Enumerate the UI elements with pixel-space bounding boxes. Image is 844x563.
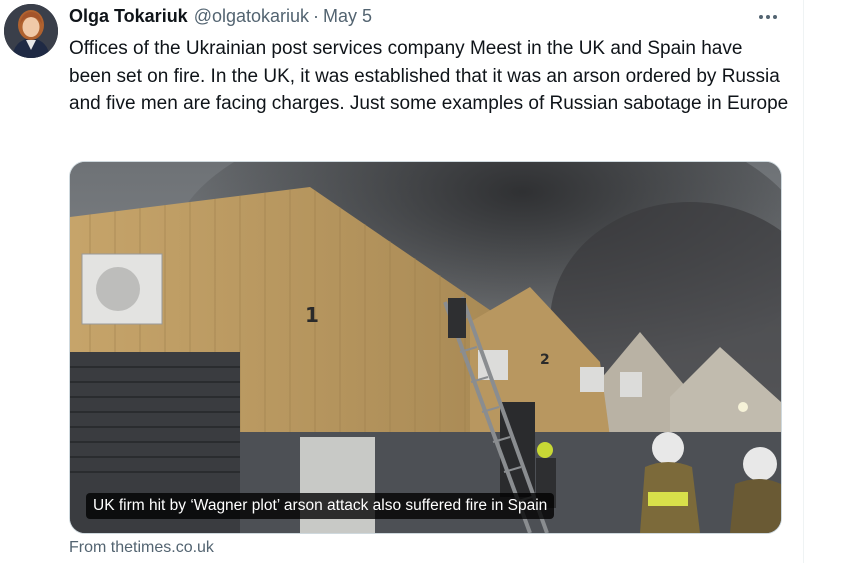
link-card-image[interactable]: 1 2 UK firm hit by ‘Wagner plot’ arson a…: [69, 161, 782, 534]
news-photo: 1 2: [70, 162, 781, 533]
link-source[interactable]: From thetimes.co.uk: [69, 539, 214, 557]
column-divider: [803, 0, 804, 563]
avatar-image: [4, 4, 58, 58]
author-handle[interactable]: @olgatokariuk: [194, 6, 309, 27]
building-number-2: 2: [540, 352, 550, 368]
tweet-text: Offices of the Ukrainian post services c…: [69, 38, 789, 114]
more-options-button[interactable]: [752, 6, 784, 28]
more-horizontal-icon: [758, 15, 779, 19]
author-avatar[interactable]: [4, 4, 58, 58]
tweet-header: Olga Tokariuk @olgatokariuk · May 5: [69, 5, 372, 27]
tweet-date[interactable]: May 5: [323, 6, 372, 27]
author-name[interactable]: Olga Tokariuk: [69, 6, 188, 27]
media-caption: UK firm hit by ‘Wagner plot’ arson attac…: [86, 493, 555, 519]
building-number-1: 1: [305, 303, 319, 327]
header-separator: ·: [313, 5, 320, 26]
